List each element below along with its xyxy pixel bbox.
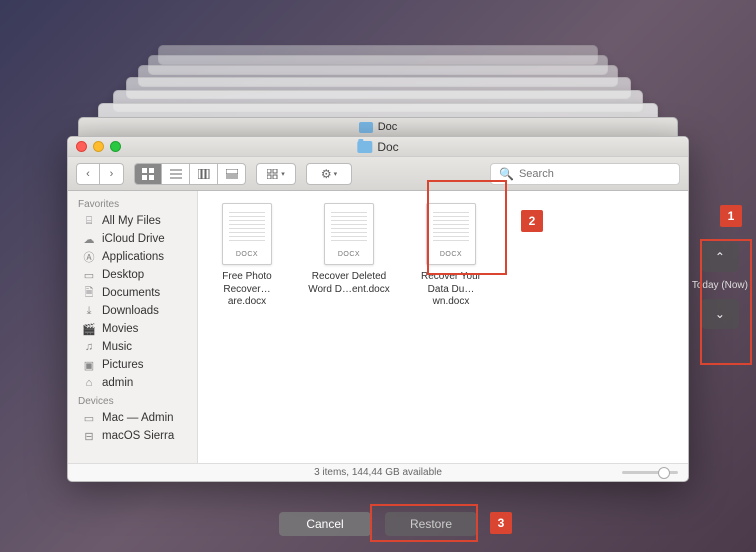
file-name-label: Free Photo Recover…are.docx (206, 271, 288, 309)
desktop-icon: ▭ (82, 269, 96, 281)
search-input[interactable] (519, 168, 671, 180)
sidebar-item-label: Applications (102, 251, 164, 263)
coverflow-view-button[interactable] (218, 163, 246, 185)
file-item[interactable]: DOCX Recover Deleted Word D…ent.docx (308, 203, 390, 296)
movies-icon: 🎬 (82, 323, 96, 335)
sidebar-item-label: Downloads (102, 305, 159, 317)
sidebar-item-label: All My Files (102, 215, 161, 227)
sidebar-item-movies[interactable]: 🎬 Movies (68, 320, 197, 338)
sidebar-item-disk[interactable]: ⊟ macOS Sierra (68, 427, 197, 445)
titlebar: Doc (68, 137, 688, 157)
background-window-title-text: Doc (378, 121, 398, 133)
sidebar-group-label: Favorites (68, 195, 197, 212)
folder-icon (357, 141, 372, 153)
window-title-text: Doc (377, 140, 398, 154)
docx-file-icon: DOCX (222, 203, 272, 265)
file-ext-label: DOCX (325, 251, 373, 258)
finder-window: Doc ‹ › ▾ ⚙ ▾ (67, 136, 689, 482)
sidebar-item-downloads[interactable]: ⤓ Downloads (68, 302, 197, 320)
action-dropdown[interactable]: ⚙ ▾ (306, 163, 352, 185)
status-text: 3 items, 144,44 GB available (314, 467, 442, 478)
minimize-button[interactable] (93, 141, 104, 152)
coverflow-icon (226, 169, 238, 179)
allmyfiles-icon: ⌸ (82, 215, 96, 227)
column-view-button[interactable] (190, 163, 218, 185)
computer-icon: ▭ (82, 412, 96, 424)
back-button[interactable]: ‹ (76, 163, 100, 185)
file-ext-label: DOCX (223, 251, 271, 258)
maximize-button[interactable] (110, 141, 121, 152)
background-window-title: Doc (78, 117, 678, 137)
sidebar-item-label: Movies (102, 323, 138, 335)
sidebar-item-label: Music (102, 341, 132, 353)
sidebar-item-label: admin (102, 377, 133, 389)
file-name-label: Recover Your Data Du…wn.docx (410, 271, 492, 309)
nav-buttons: ‹ › (76, 163, 124, 185)
close-button[interactable] (76, 141, 87, 152)
annotation-badge-1: 1 (720, 205, 742, 227)
list-icon (170, 169, 182, 179)
music-icon: ♫ (82, 341, 96, 353)
status-bar: 3 items, 144,44 GB available (68, 463, 688, 481)
icon-view-button[interactable] (134, 163, 162, 185)
search-field[interactable]: 🔍 (490, 163, 680, 185)
documents-icon: 🗎 (82, 287, 96, 299)
pictures-icon: ▣ (82, 359, 96, 371)
sidebar-item-label: Pictures (102, 359, 144, 371)
sidebar-item-icloud[interactable]: ☁ iCloud Drive (68, 230, 197, 248)
sidebar-item-label: macOS Sierra (102, 430, 174, 442)
sidebar-item-label: Desktop (102, 269, 144, 281)
traffic-lights (76, 141, 121, 152)
annotation-box-1 (700, 239, 752, 365)
folder-icon (359, 122, 373, 133)
list-view-button[interactable] (162, 163, 190, 185)
icon-size-slider[interactable] (622, 471, 678, 474)
toolbar: ‹ › ▾ ⚙ ▾ 🔍 (68, 157, 688, 191)
sidebar-item-admin[interactable]: ⌂ admin (68, 374, 197, 392)
cloud-icon: ☁ (82, 233, 96, 245)
file-name-label: Recover Deleted Word D…ent.docx (308, 271, 390, 296)
sidebar-item-label: iCloud Drive (102, 233, 165, 245)
chevron-down-icon: ▾ (334, 170, 338, 178)
sidebar-item-label: Documents (102, 287, 160, 299)
file-item[interactable]: DOCX Free Photo Recover…are.docx (206, 203, 288, 309)
applications-icon: Ⓐ (82, 251, 96, 263)
annotation-box-3 (370, 504, 478, 542)
sidebar-item-applications[interactable]: Ⓐ Applications (68, 248, 197, 266)
search-icon: 🔍 (499, 167, 514, 181)
sidebar-item-music[interactable]: ♫ Music (68, 338, 197, 356)
disk-icon: ⊟ (82, 430, 96, 442)
annotation-badge-3: 3 (490, 512, 512, 534)
sidebar: Favorites ⌸ All My Files ☁ iCloud Drive Ⓐ A… (68, 191, 198, 463)
sidebar-group-label: Devices (68, 392, 197, 409)
grid-icon (142, 168, 154, 180)
annotation-box-2 (427, 180, 507, 275)
forward-button[interactable]: › (100, 163, 124, 185)
arrange-dropdown[interactable]: ▾ (256, 163, 296, 185)
view-mode-segment (134, 163, 246, 185)
sidebar-item-desktop[interactable]: ▭ Desktop (68, 266, 197, 284)
annotation-badge-2: 2 (521, 210, 543, 232)
sidebar-item-mac[interactable]: ▭ Mac — Admin (68, 409, 197, 427)
gear-icon: ⚙ (321, 167, 332, 181)
home-icon: ⌂ (82, 377, 96, 389)
sidebar-item-label: Mac — Admin (102, 412, 174, 424)
chevron-down-icon: ▾ (281, 170, 285, 178)
sidebar-item-documents[interactable]: 🗎 Documents (68, 284, 197, 302)
sidebar-item-pictures[interactable]: ▣ Pictures (68, 356, 197, 374)
docx-file-icon: DOCX (324, 203, 374, 265)
columns-icon (198, 169, 210, 179)
cancel-button[interactable]: Cancel (279, 512, 371, 536)
downloads-icon: ⤓ (82, 305, 96, 317)
window-title: Doc (357, 140, 398, 154)
sidebar-item-allmyfiles[interactable]: ⌸ All My Files (68, 212, 197, 230)
arrange-icon (267, 169, 279, 179)
